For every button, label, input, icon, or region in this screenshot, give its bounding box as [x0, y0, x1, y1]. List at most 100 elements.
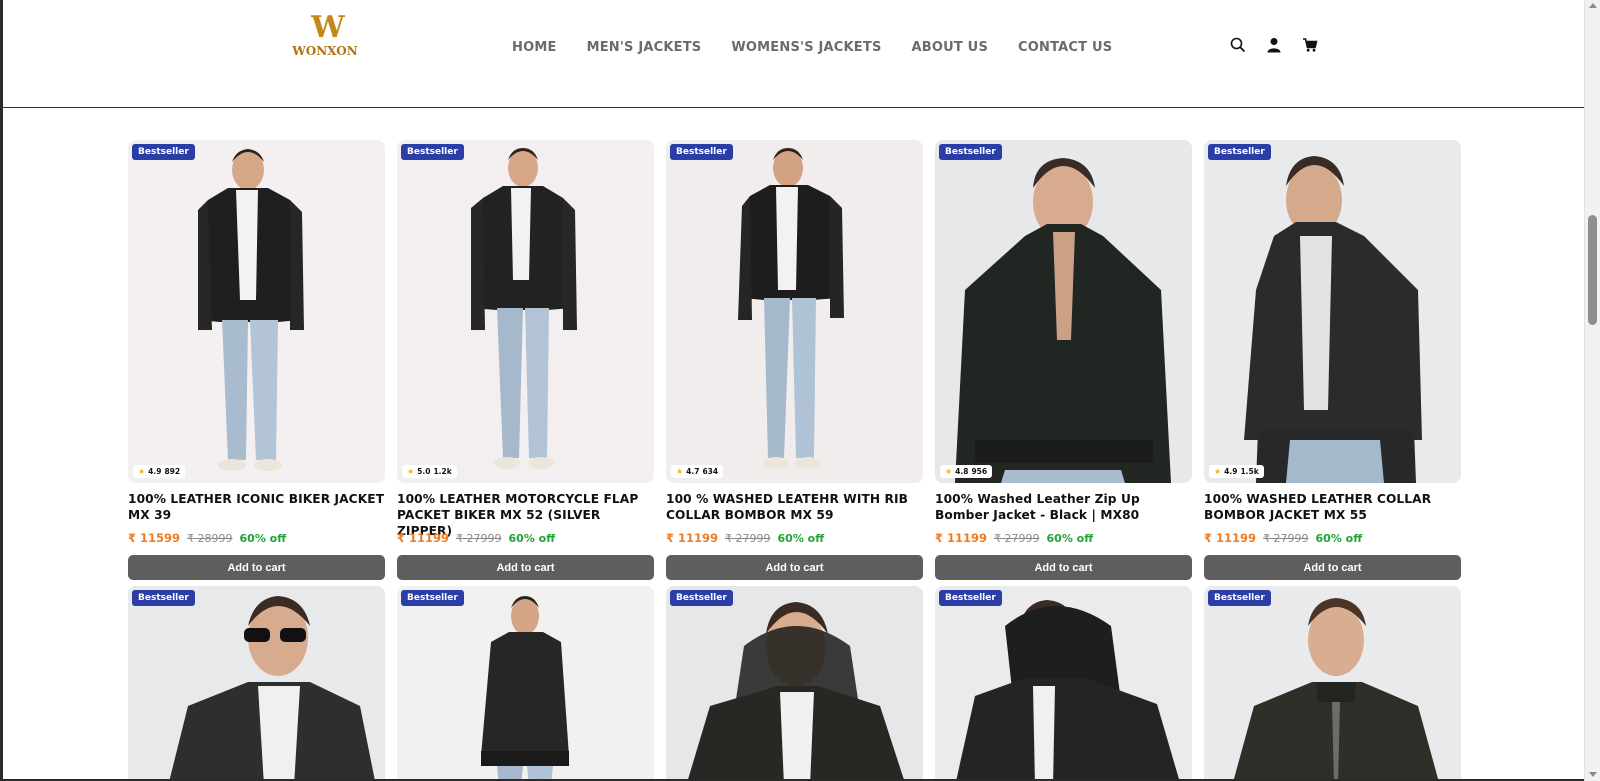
discount-label: 60% off	[239, 532, 287, 545]
discount-label: 60% off	[508, 532, 556, 545]
product-card[interactable]: Bestseller	[1204, 586, 1461, 781]
price-row: ₹ 11199 ₹ 27999 60% off	[1204, 531, 1461, 545]
bestseller-badge: Bestseller	[939, 590, 1002, 606]
product-photo	[935, 140, 1192, 483]
bestseller-badge: Bestseller	[939, 144, 1002, 160]
review-count: 892	[164, 467, 181, 476]
bestseller-badge: Bestseller	[670, 590, 733, 606]
product-photo	[666, 586, 923, 781]
star-icon: ★	[1214, 467, 1222, 476]
price-row: ₹ 11199 ₹ 27999 60% off	[666, 531, 923, 545]
product-grid-row-2: Bestseller Bestseller Bestseller Bestsel…	[128, 586, 1461, 781]
sale-price: ₹ 11199	[1204, 531, 1257, 545]
rating-value: 4.7	[686, 467, 700, 476]
product-image[interactable]: Bestseller	[128, 586, 385, 781]
rating-value: 4.9	[1224, 467, 1238, 476]
product-title[interactable]: 100% LEATHER MOTORCYCLE FLAP PACKET BIKE…	[397, 491, 654, 538]
product-image[interactable]: Bestseller ★ 4.9 892	[128, 140, 385, 483]
product-title[interactable]: 100 % WASHED LEATEHR WITH RIB COLLAR BOM…	[666, 491, 923, 523]
rating-chip: ★ 4.7 634	[671, 465, 724, 478]
main-nav: HOME MEN'S JACKETS WOMENS'S JACKETS ABOU…	[512, 40, 1112, 55]
nav-mens-jackets[interactable]: MEN'S JACKETS	[587, 40, 702, 55]
scroll-down-arrow-icon[interactable]	[1589, 772, 1597, 777]
star-icon: ★	[945, 467, 953, 476]
product-card[interactable]: Bestseller ★ 4.8 956 100% Washed Leather…	[935, 140, 1192, 580]
add-to-cart-button[interactable]: Add to cart	[666, 555, 923, 580]
product-card[interactable]: Bestseller ★ 5.0 1.2k 100% LEATHER MOTOR…	[397, 140, 654, 580]
product-title[interactable]: 100% WASHED LEATHER COLLAR BOMBOR JACKET…	[1204, 491, 1461, 523]
product-title[interactable]: 100% LEATHER ICONIC BIKER JACKET MX 39	[128, 491, 385, 523]
site-header: W WONXON HOME MEN'S JACKETS WOMENS'S JAC…	[3, 0, 1584, 108]
price-row: ₹ 11199 ₹ 27999 60% off	[397, 531, 654, 545]
review-count: 1.2k	[433, 467, 452, 476]
bestseller-badge: Bestseller	[401, 590, 464, 606]
product-image[interactable]: Bestseller ★ 4.8 956	[935, 140, 1192, 483]
product-photo	[128, 586, 385, 781]
sale-price: ₹ 11599	[128, 531, 181, 545]
scroll-up-arrow-icon[interactable]	[1589, 3, 1597, 8]
nav-womens-jackets[interactable]: WOMENS'S JACKETS	[731, 40, 881, 55]
rating-value: 5.0	[417, 467, 431, 476]
product-image[interactable]: Bestseller	[935, 586, 1192, 781]
review-count: 634	[702, 467, 719, 476]
product-card[interactable]: Bestseller	[935, 586, 1192, 781]
star-icon: ★	[138, 467, 146, 476]
user-icon[interactable]	[1265, 36, 1283, 54]
original-price: ₹ 27999	[725, 532, 771, 545]
rating-chip: ★ 4.9 892	[133, 465, 186, 478]
product-card[interactable]: Bestseller ★ 4.9 1.5k 100% WASHED LEATHE…	[1204, 140, 1461, 580]
star-icon: ★	[407, 467, 415, 476]
sale-price: ₹ 11199	[935, 531, 988, 545]
header-actions	[1229, 36, 1319, 54]
product-image[interactable]: Bestseller ★ 4.9 1.5k	[1204, 140, 1461, 483]
add-to-cart-button[interactable]: Add to cart	[1204, 555, 1461, 580]
logo-mark: W	[311, 10, 345, 45]
product-card[interactable]: Bestseller	[128, 586, 385, 781]
search-icon[interactable]	[1229, 36, 1247, 54]
product-image[interactable]: Bestseller ★ 4.7 634	[666, 140, 923, 483]
star-icon: ★	[676, 467, 684, 476]
product-image[interactable]: Bestseller	[1204, 586, 1461, 781]
bestseller-badge: Bestseller	[132, 590, 195, 606]
review-count: 956	[971, 467, 988, 476]
page-scrollbar[interactable]	[1584, 0, 1600, 781]
nav-home[interactable]: HOME	[512, 40, 557, 55]
rating-chip: ★ 4.8 956	[940, 465, 993, 478]
nav-contact-us[interactable]: CONTACT US	[1018, 40, 1112, 55]
bestseller-badge: Bestseller	[401, 144, 464, 160]
product-card[interactable]: Bestseller	[666, 586, 923, 781]
product-image[interactable]: Bestseller	[397, 586, 654, 781]
add-to-cart-button[interactable]: Add to cart	[128, 555, 385, 580]
logo-text: WONXON	[292, 44, 358, 58]
product-image[interactable]: Bestseller	[666, 586, 923, 781]
bestseller-badge: Bestseller	[670, 144, 733, 160]
add-to-cart-button[interactable]: Add to cart	[935, 555, 1192, 580]
original-price: ₹ 27999	[456, 532, 502, 545]
add-to-cart-button[interactable]: Add to cart	[397, 555, 654, 580]
rating-chip: ★ 4.9 1.5k	[1209, 465, 1264, 478]
product-card[interactable]: Bestseller ★ 4.9 892 100% LEATHER ICONIC…	[128, 140, 385, 580]
product-photo	[1204, 586, 1461, 781]
cart-icon[interactable]	[1301, 36, 1319, 54]
product-photo	[666, 140, 923, 483]
bestseller-badge: Bestseller	[1208, 144, 1271, 160]
price-row: ₹ 11599 ₹ 28999 60% off	[128, 531, 385, 545]
brand-logo[interactable]: W WONXON	[285, 10, 365, 66]
original-price: ₹ 27999	[1263, 532, 1309, 545]
window-border-left	[0, 0, 3, 781]
scrollbar-thumb[interactable]	[1588, 215, 1597, 325]
product-card[interactable]: Bestseller	[397, 586, 654, 781]
product-title[interactable]: 100% Washed Leather Zip Up Bomber Jacket…	[935, 491, 1192, 523]
nav-about-us[interactable]: ABOUT US	[912, 40, 989, 55]
product-photo	[935, 586, 1192, 781]
price-row: ₹ 11199 ₹ 27999 60% off	[935, 531, 1192, 545]
discount-label: 60% off	[1046, 532, 1094, 545]
original-price: ₹ 27999	[994, 532, 1040, 545]
rating-chip: ★ 5.0 1.2k	[402, 465, 457, 478]
product-image[interactable]: Bestseller ★ 5.0 1.2k	[397, 140, 654, 483]
bestseller-badge: Bestseller	[132, 144, 195, 160]
rating-value: 4.8	[955, 467, 969, 476]
sale-price: ₹ 11199	[666, 531, 719, 545]
product-card[interactable]: Bestseller ★ 4.7 634 100 % WASHED LEATEH…	[666, 140, 923, 580]
bestseller-badge: Bestseller	[1208, 590, 1271, 606]
